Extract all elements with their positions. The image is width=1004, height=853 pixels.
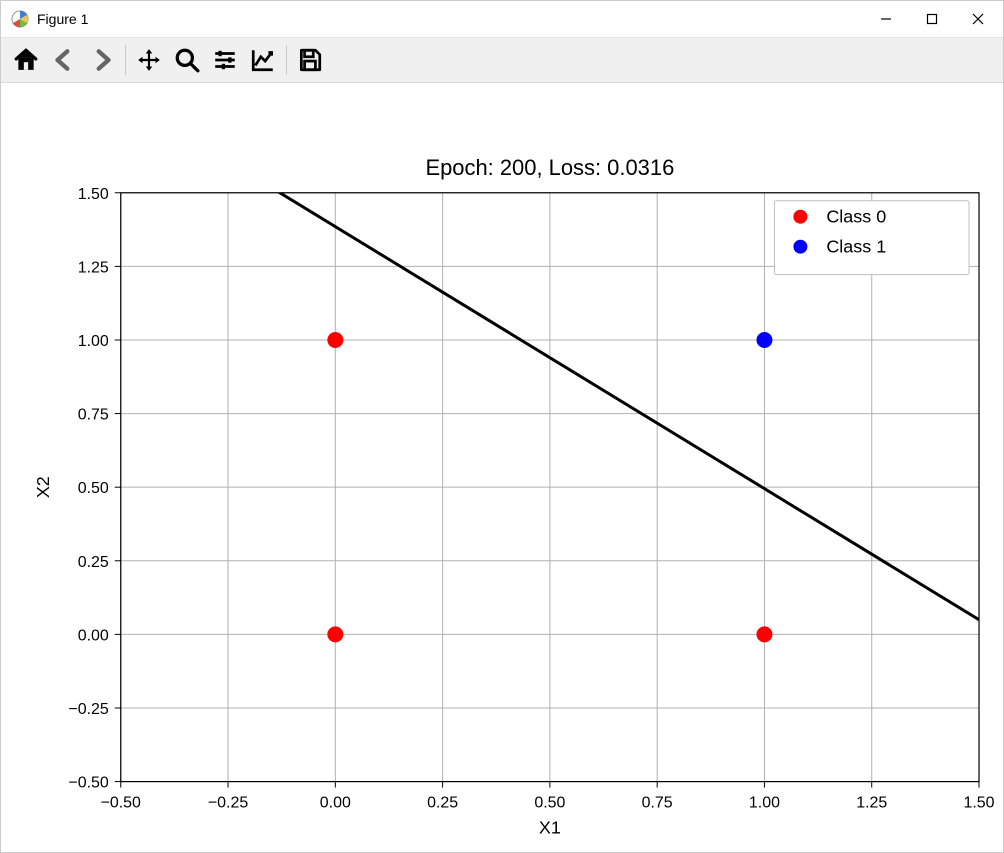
- move-icon: [136, 47, 162, 73]
- save-icon: [297, 47, 323, 73]
- y-tick-label: 0.25: [78, 554, 109, 571]
- zoom-icon: [174, 47, 200, 73]
- matplotlib-icon: [11, 10, 29, 28]
- legend-marker: [793, 240, 807, 254]
- x-tick-label: 0.25: [427, 795, 458, 812]
- x-tick-label: −0.25: [208, 795, 248, 812]
- figure-window: Figure 1: [0, 0, 1004, 853]
- toolbar-separator: [286, 45, 287, 75]
- window-controls: [863, 3, 1001, 35]
- y-tick-label: −0.50: [68, 775, 108, 792]
- x-tick-label: 1.25: [856, 795, 887, 812]
- x-tick-label: 0.00: [320, 795, 351, 812]
- minimize-button[interactable]: [863, 3, 909, 35]
- y-tick-label: 1.25: [78, 259, 109, 276]
- chart-title: Epoch: 200, Loss: 0.0316: [425, 155, 674, 180]
- legend-label: Class 1: [826, 237, 886, 257]
- x-tick-label: 1.00: [749, 795, 780, 812]
- home-button[interactable]: [7, 41, 45, 79]
- arrow-left-icon: [51, 47, 77, 73]
- close-button[interactable]: [955, 3, 1001, 35]
- data-point: [327, 626, 343, 642]
- y-tick-label: 1.50: [78, 186, 109, 203]
- window-title: Figure 1: [37, 11, 88, 27]
- legend-label: Class 0: [826, 207, 886, 227]
- y-tick-label: 0.50: [78, 480, 109, 497]
- data-point: [756, 626, 772, 642]
- y-tick-label: 0.75: [78, 407, 109, 424]
- forward-button[interactable]: [83, 41, 121, 79]
- plot-svg: −0.50 −0.25 0.00 0.25 0.50 0.75 1.00 1.25 1.50 −0…: [1, 83, 1003, 851]
- home-icon: [13, 47, 39, 73]
- maximize-button[interactable]: [909, 3, 955, 35]
- y-tick-label: 0.00: [78, 627, 109, 644]
- toolbar: [1, 37, 1003, 83]
- plot-canvas[interactable]: −0.50 −0.25 0.00 0.25 0.50 0.75 1.00 1.25 1.50 −0…: [1, 83, 1003, 852]
- x-tick-label: 1.50: [963, 795, 994, 812]
- legend-marker: [793, 210, 807, 224]
- zoom-button[interactable]: [168, 41, 206, 79]
- axes-button[interactable]: [244, 41, 282, 79]
- titlebar: Figure 1: [1, 1, 1003, 37]
- arrow-right-icon: [89, 47, 115, 73]
- x-tick-label: 0.75: [642, 795, 673, 812]
- data-point: [756, 332, 772, 348]
- sliders-icon: [212, 47, 238, 73]
- chart-line-icon: [250, 47, 276, 73]
- x-tick-label: 0.50: [534, 795, 565, 812]
- y-axis-label: X2: [33, 476, 53, 498]
- subplots-button[interactable]: [206, 41, 244, 79]
- data-point: [327, 332, 343, 348]
- x-axis-label: X1: [539, 817, 561, 837]
- x-tick-label: −0.50: [101, 795, 141, 812]
- y-tick-label: 1.00: [78, 333, 109, 350]
- pan-button[interactable]: [130, 41, 168, 79]
- save-button[interactable]: [291, 41, 329, 79]
- titlebar-left: Figure 1: [11, 10, 88, 28]
- toolbar-separator: [125, 45, 126, 75]
- y-tick-label: −0.25: [68, 701, 108, 718]
- back-button[interactable]: [45, 41, 83, 79]
